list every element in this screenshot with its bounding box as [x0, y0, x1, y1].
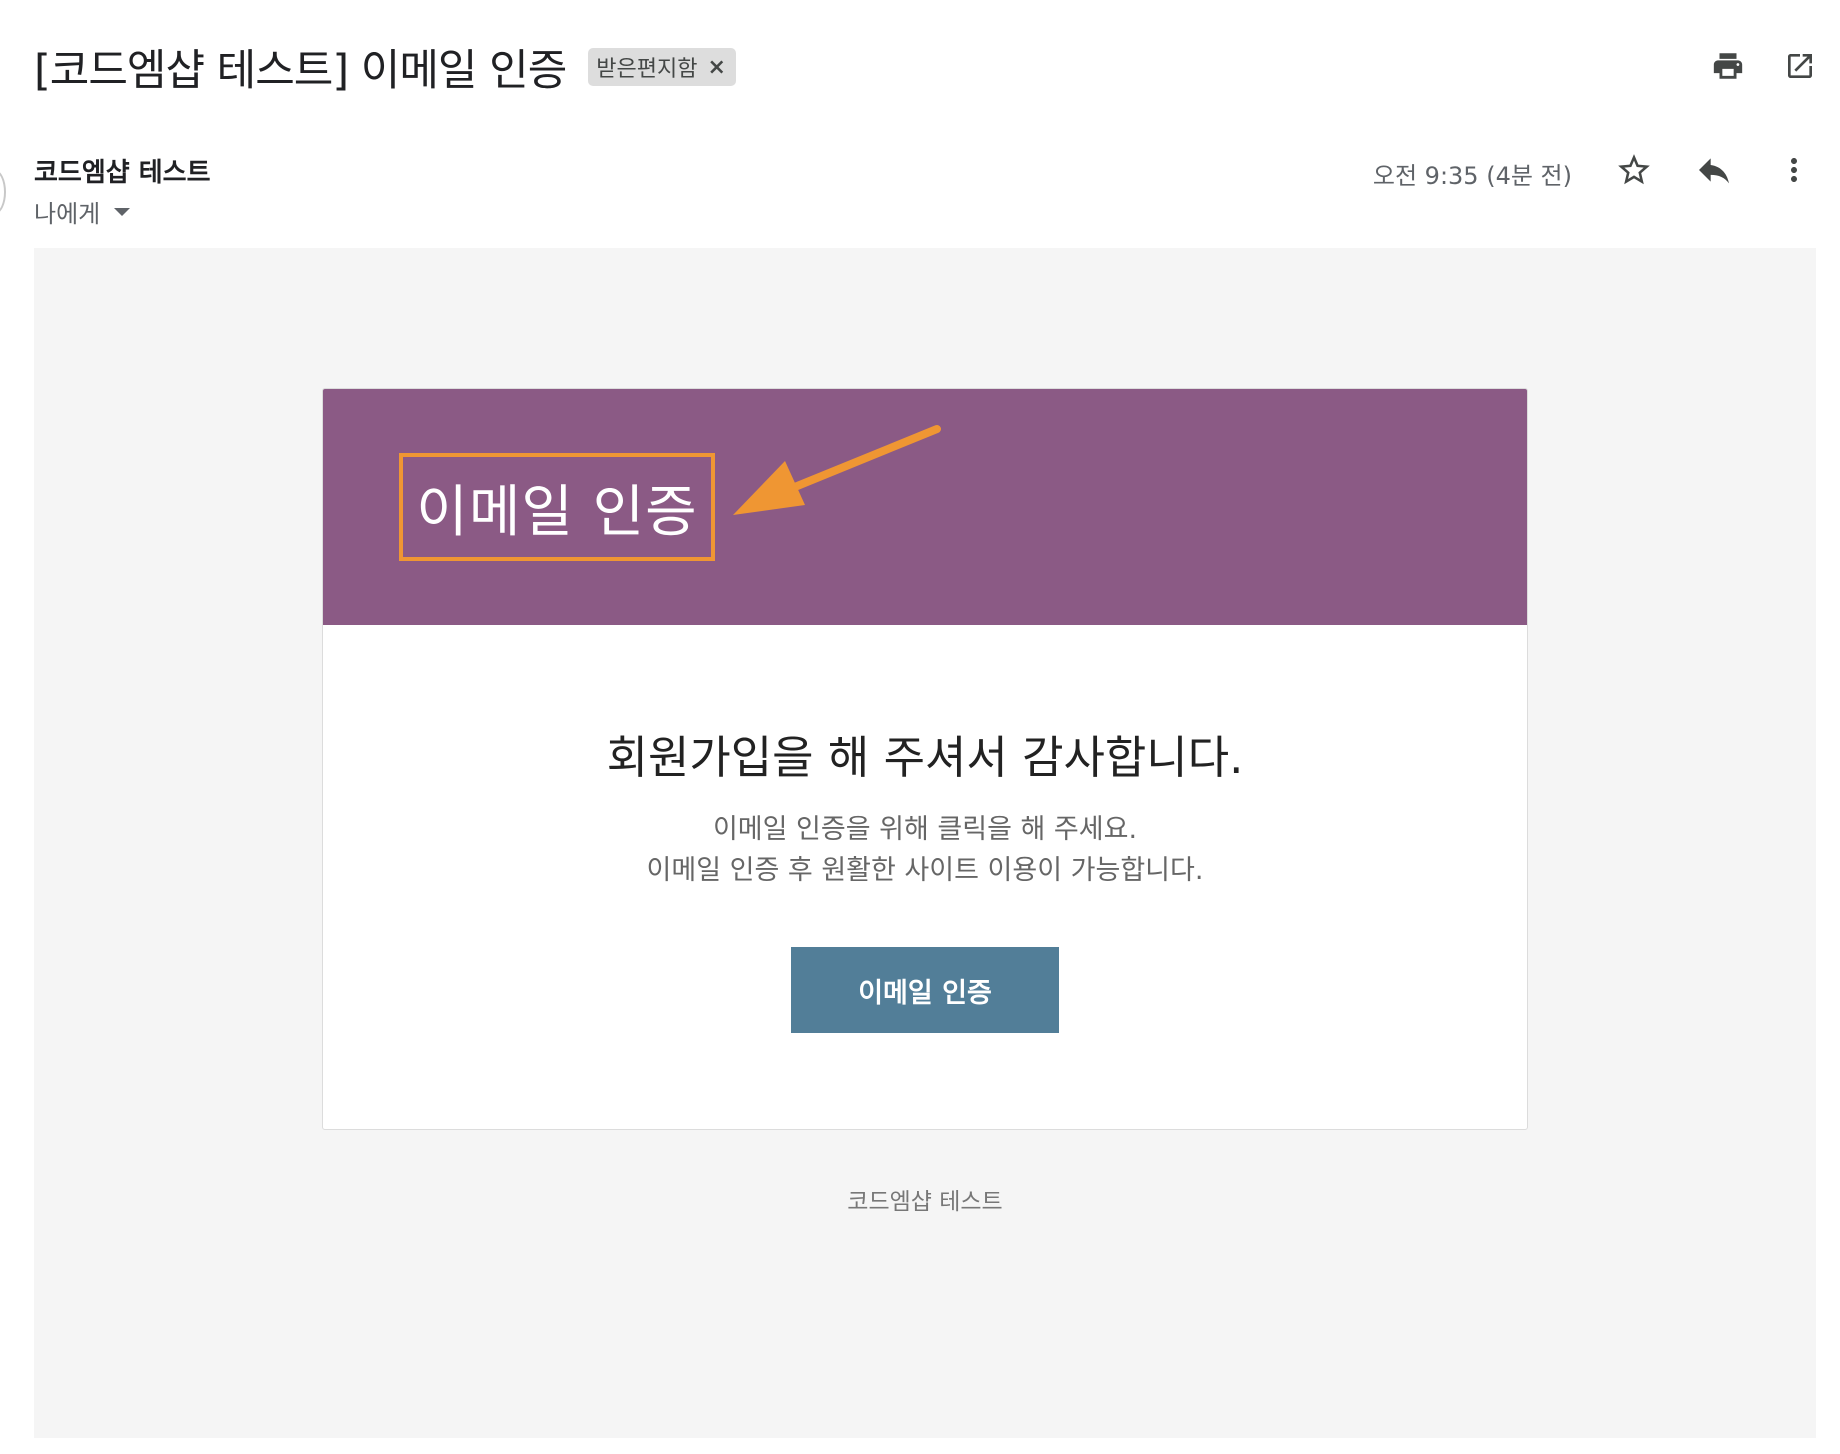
description-line-1: 이메일 인증을 위해 클릭을 해 주세요. — [712, 814, 1138, 845]
email-timestamp: 오전 9:35 (4분 전) — [1372, 162, 1572, 190]
more-vert-icon — [1791, 158, 1797, 182]
open-in-new-window-icon — [1788, 54, 1812, 78]
email-card: 이메일 인증 회원가입을 해 주셔서 감사합니다. 이메일 인증을 위해 클릭을… — [322, 388, 1528, 1130]
label-chip-text: 받은편지함 — [596, 57, 698, 82]
sender-avatar — [0, 170, 6, 214]
print-button[interactable] — [1708, 46, 1748, 86]
card-description: 이메일 인증을 위해 클릭을 해 주세요. 이메일 인증 후 원활한 사이트 이… — [323, 809, 1527, 891]
sender-name: 코드엠샵 테스트 — [34, 158, 211, 188]
email-footer: 코드엠샵 테스트 — [847, 1189, 1003, 1215]
description-line-2: 이메일 인증 후 원활한 사이트 이용이 가능합니다. — [646, 855, 1204, 886]
annotation-arrow-icon — [733, 425, 941, 515]
email-subject: [코드엠샵 테스트] 이메일 인증 — [34, 46, 567, 96]
header-title: 이메일 인증 — [416, 479, 698, 545]
open-in-new-window-button[interactable] — [1780, 46, 1820, 86]
more-options-button[interactable] — [1772, 148, 1816, 192]
reply-icon — [1699, 158, 1729, 184]
card-headline: 회원가입을 해 주셔서 감사합니다. — [606, 731, 1244, 784]
recipient-details-toggle[interactable]: 나에게 — [34, 194, 131, 229]
email-body: 이메일 인증 회원가입을 해 주셔서 감사합니다. 이메일 인증을 위해 클릭을… — [34, 248, 1816, 1438]
label-chip-inbox[interactable]: 받은편지함 × — [588, 48, 736, 86]
print-icon — [1713, 53, 1743, 79]
star-icon — [1618, 154, 1650, 185]
close-icon[interactable]: × — [707, 55, 725, 80]
email-view: [코드엠샵 테스트] 이메일 인증 받은편지함 × 코드엠샵 테스트 나에게 오… — [0, 0, 1840, 1454]
subject-row: [코드엠샵 테스트] 이메일 인증 받은편지함 × — [34, 36, 736, 98]
highlight-box: 이메일 인증 — [399, 453, 715, 561]
star-button[interactable] — [1612, 148, 1656, 192]
caret-down-icon — [114, 207, 131, 216]
reply-button[interactable] — [1692, 148, 1736, 192]
verify-email-button[interactable]: 이메일 인증 — [791, 947, 1059, 1033]
recipient-label: 나에게 — [34, 200, 101, 228]
card-header: 이메일 인증 — [323, 389, 1527, 625]
